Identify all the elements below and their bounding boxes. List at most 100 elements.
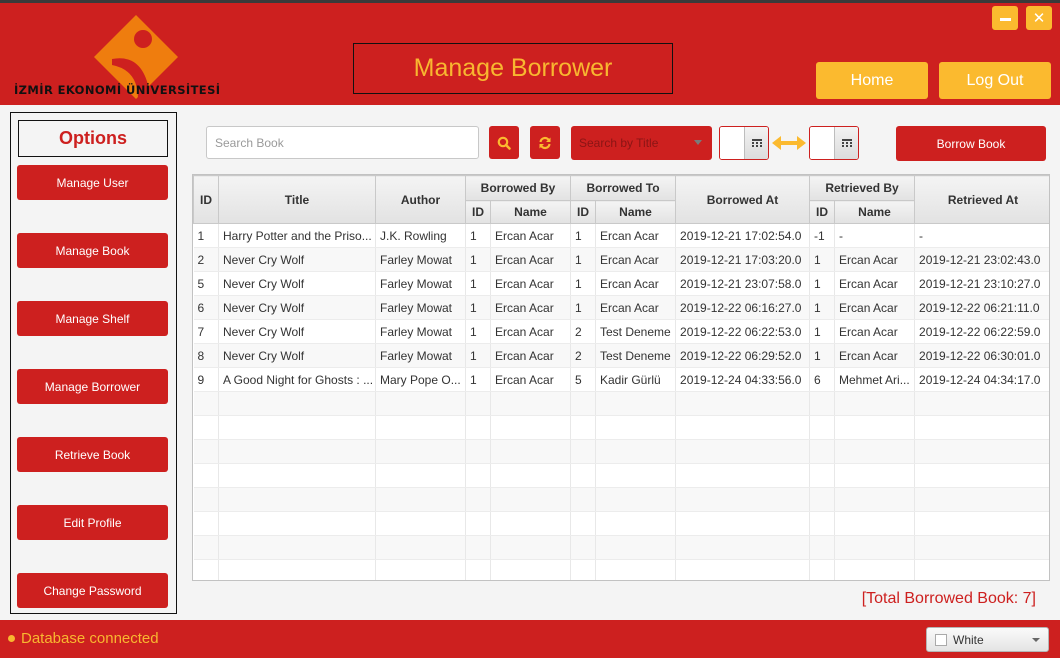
to-calendar-button[interactable] bbox=[834, 127, 858, 159]
cell-borrowed-to-name: Ercan Acar bbox=[595, 223, 677, 248]
edit-profile-button[interactable]: Edit Profile bbox=[17, 505, 168, 540]
cell-borrowed-by-id: 1 bbox=[465, 223, 491, 248]
cell-retrieved-by-id: 1 bbox=[809, 319, 836, 344]
empty-table-row bbox=[193, 511, 1049, 536]
table-row[interactable]: 6 Never Cry Wolf Farley Mowat 1 Ercan Acar 1 E… bbox=[193, 295, 1049, 320]
cell-borrowed-to-id: 5 bbox=[570, 367, 596, 392]
empty-cell bbox=[570, 415, 596, 440]
empty-cell bbox=[218, 535, 376, 560]
empty-cell bbox=[570, 439, 596, 464]
empty-cell bbox=[675, 463, 811, 488]
date-range-arrow-icon bbox=[772, 136, 806, 150]
col-header-borrowed-by-id[interactable]: ID bbox=[465, 200, 491, 224]
col-header-retrieved-by-name[interactable]: Name bbox=[834, 200, 916, 224]
empty-table-row bbox=[193, 391, 1049, 416]
to-date-picker[interactable] bbox=[809, 126, 859, 160]
search-button[interactable] bbox=[489, 126, 519, 159]
empty-cell bbox=[218, 463, 376, 488]
to-date-field[interactable] bbox=[810, 127, 834, 159]
empty-cell bbox=[809, 415, 836, 440]
cell-title: Never Cry Wolf bbox=[218, 343, 376, 368]
empty-cell bbox=[465, 535, 491, 560]
table-row[interactable]: 8 Never Cry Wolf Farley Mowat 1 Ercan Acar 2 T… bbox=[193, 343, 1049, 368]
col-header-borrowed-to-name[interactable]: Name bbox=[594, 200, 677, 224]
empty-cell bbox=[570, 511, 596, 536]
from-date-picker[interactable] bbox=[719, 126, 769, 160]
cell-retrieved-by-name: Ercan Acar bbox=[834, 343, 916, 368]
from-date-field[interactable] bbox=[720, 127, 744, 159]
empty-cell bbox=[834, 487, 916, 512]
status-bar: Database connected White bbox=[0, 620, 1060, 658]
theme-select[interactable]: White bbox=[926, 627, 1049, 652]
cell-retrieved-by-name: - bbox=[834, 223, 916, 248]
theme-value: White bbox=[953, 632, 984, 647]
table-row[interactable]: 7 Never Cry Wolf Farley Mowat 1 Ercan Acar 2 T… bbox=[193, 319, 1049, 344]
col-header-title[interactable]: Title bbox=[218, 175, 376, 224]
empty-cell bbox=[193, 415, 219, 440]
empty-cell bbox=[809, 559, 836, 580]
cell-author: Farley Mowat bbox=[375, 271, 466, 296]
change-password-button[interactable]: Change Password bbox=[17, 573, 168, 608]
cell-title: A Good Night for Ghosts : ... bbox=[218, 367, 376, 392]
retrieve-book-button[interactable]: Retrieve Book bbox=[17, 437, 168, 472]
manage-borrower-button[interactable]: Manage Borrower bbox=[17, 369, 168, 404]
table-row[interactable]: 5 Never Cry Wolf Farley Mowat 1 Ercan Acar 1 E… bbox=[193, 271, 1049, 296]
empty-cell bbox=[218, 415, 376, 440]
table-header: ID Title Author Borrowed By Borrowed To … bbox=[193, 175, 1049, 224]
empty-cell bbox=[914, 535, 1049, 560]
cell-id: 5 bbox=[193, 271, 219, 296]
empty-cell bbox=[595, 535, 677, 560]
empty-cell bbox=[834, 463, 916, 488]
col-header-retrieved-at[interactable]: Retrieved At bbox=[914, 175, 1049, 224]
table-row[interactable]: 1 Harry Potter and the Priso... J.K. Rowli… bbox=[193, 223, 1049, 248]
university-name: İZMİR EKONOMİ ÜNİVERSİTESİ bbox=[14, 83, 221, 97]
empty-cell bbox=[675, 391, 811, 416]
cell-borrowed-by-id: 1 bbox=[465, 295, 491, 320]
empty-cell bbox=[490, 535, 571, 560]
cell-borrowed-to-id: 1 bbox=[570, 223, 596, 248]
cell-id: 7 bbox=[193, 319, 219, 344]
col-header-borrowed-at[interactable]: Borrowed At bbox=[675, 175, 811, 224]
close-button[interactable]: ✕ bbox=[1026, 6, 1052, 30]
search-book-input[interactable] bbox=[206, 126, 479, 159]
empty-cell bbox=[914, 559, 1049, 580]
cell-borrowed-at: 2019-12-21 23:07:58.0 bbox=[675, 271, 811, 296]
empty-cell bbox=[193, 559, 219, 580]
cell-borrowed-to-id: 2 bbox=[570, 343, 596, 368]
minimize-button[interactable] bbox=[992, 6, 1018, 30]
manage-book-button[interactable]: Manage Book bbox=[17, 233, 168, 268]
cell-retrieved-by-id: 1 bbox=[809, 247, 836, 272]
empty-cell bbox=[465, 511, 491, 536]
empty-cell bbox=[595, 559, 677, 580]
manage-user-button[interactable]: Manage User bbox=[17, 165, 168, 200]
empty-cell bbox=[595, 487, 677, 512]
cell-id: 1 bbox=[193, 223, 219, 248]
empty-cell bbox=[465, 463, 491, 488]
empty-cell bbox=[595, 391, 677, 416]
refresh-button[interactable] bbox=[530, 126, 560, 159]
col-header-retrieved-by-id[interactable]: ID bbox=[809, 200, 836, 224]
from-calendar-button[interactable] bbox=[744, 127, 768, 159]
table-row[interactable]: 9A Good Night for Ghosts : ... Mary Pope … bbox=[193, 367, 1049, 392]
empty-cell bbox=[375, 415, 466, 440]
cell-retrieved-by-id: 1 bbox=[809, 343, 836, 368]
empty-cell bbox=[218, 391, 376, 416]
cell-id: 9 bbox=[193, 367, 219, 392]
empty-cell bbox=[375, 439, 466, 464]
cell-retrieved-by-id: 1 bbox=[809, 271, 836, 296]
table-row[interactable]: 2 Never Cry Wolf Farley Mowat 1 Ercan Acar 1 E… bbox=[193, 247, 1049, 272]
borrow-book-button[interactable]: Borrow Book bbox=[896, 126, 1046, 161]
empty-cell bbox=[490, 487, 571, 512]
empty-cell bbox=[465, 487, 491, 512]
col-header-borrowed-by-name[interactable]: Name bbox=[490, 200, 571, 224]
search-by-select[interactable]: Search by Title bbox=[571, 126, 712, 160]
logout-button[interactable]: Log Out bbox=[939, 62, 1051, 99]
col-header-id[interactable]: ID bbox=[193, 175, 219, 224]
cell-author: Mary Pope O... bbox=[375, 367, 466, 392]
empty-cell bbox=[375, 487, 466, 512]
col-header-author[interactable]: Author bbox=[375, 175, 466, 224]
manage-shelf-button[interactable]: Manage Shelf bbox=[17, 301, 168, 336]
home-button[interactable]: Home bbox=[816, 62, 928, 99]
cell-retrieved-by-name: Ercan Acar bbox=[834, 271, 916, 296]
col-header-borrowed-to-id[interactable]: ID bbox=[570, 200, 596, 224]
